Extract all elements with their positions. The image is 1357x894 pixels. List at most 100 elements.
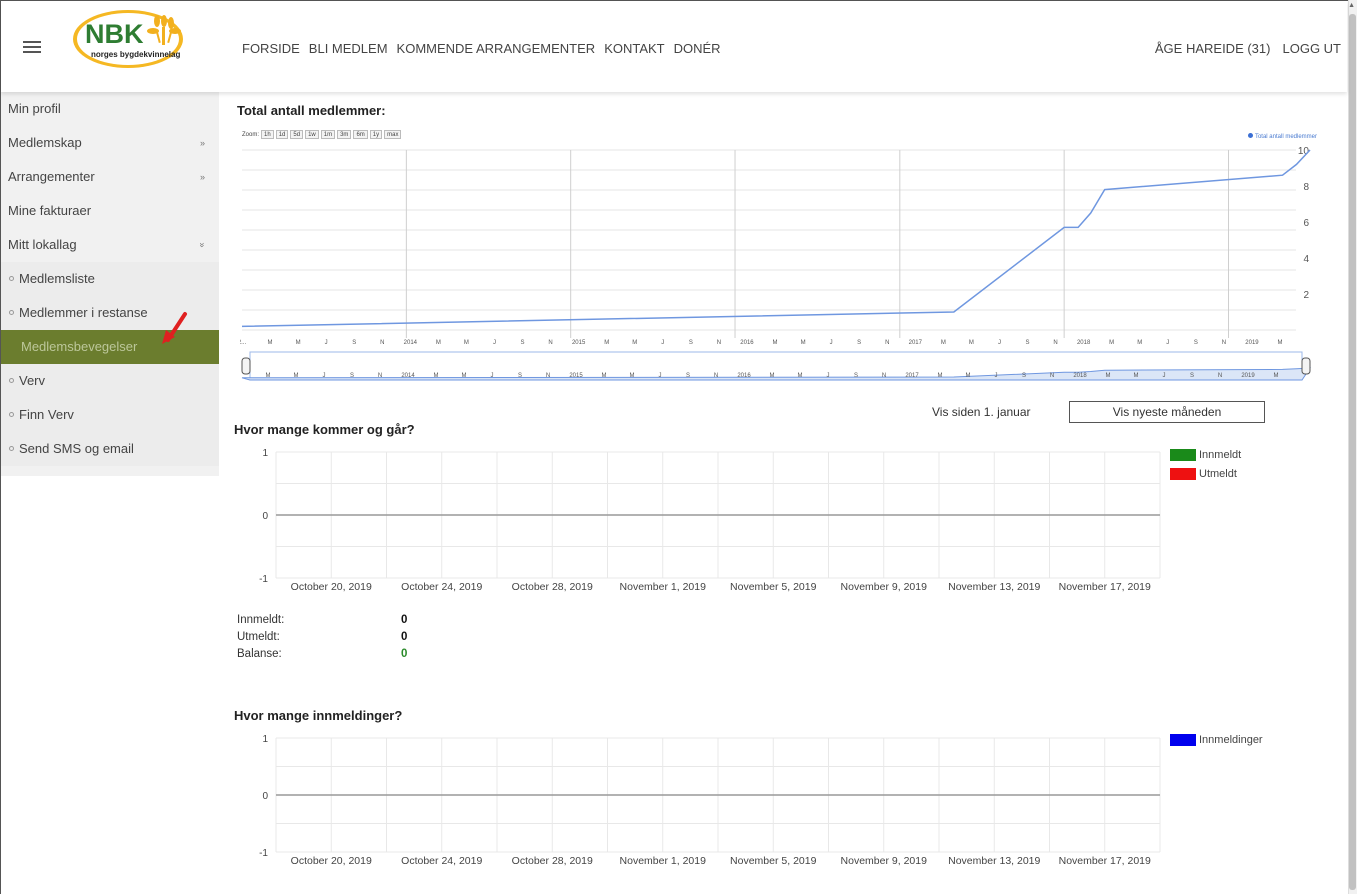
- zoom-controls: Zoom: 1h 1d 5d 1w 1m 3m 6m 1y max: [242, 130, 402, 139]
- zoom-5d-button[interactable]: 5d: [290, 130, 304, 139]
- navigator-tick-label: 2019: [1241, 373, 1255, 379]
- page-scrollbar[interactable]: ▲: [1348, 0, 1357, 894]
- zoom-1h-button[interactable]: 1h: [261, 130, 274, 139]
- utmeldt-label: Utmeldt:: [237, 631, 280, 643]
- navigator-tick-label: M: [434, 373, 439, 379]
- nav-kommende-arrangementer[interactable]: KOMMENDE ARRANGEMENTER: [397, 41, 596, 56]
- x-tick-label: N: [1222, 340, 1226, 346]
- navigator-tick-label: M: [266, 373, 271, 379]
- x-tick-label: S: [689, 340, 693, 346]
- x-tick-label: 2017: [909, 340, 923, 346]
- x-tick-label: 2016: [740, 340, 754, 346]
- sidebar-sub-label: Verv: [19, 373, 46, 388]
- y-tick-label: 0: [262, 511, 268, 522]
- x-tick-label: M: [632, 340, 637, 346]
- user-name-link[interactable]: ÅGE HAREIDE (31): [1155, 41, 1271, 56]
- x-tick-label: October 28, 2019: [512, 855, 593, 867]
- vis-siden-januar-link[interactable]: Vis siden 1. januar: [932, 405, 1031, 419]
- innmeldinger-chart[interactable]: 1 0 -1 October 20, 2019 October 24, 2019 Octo…: [240, 726, 1165, 894]
- x-tick-label: M: [268, 340, 273, 346]
- sidebar-item-mitt-lokallag[interactable]: Mitt lokallag »: [1, 228, 219, 262]
- legend-innmeldinger[interactable]: Innmeldinger: [1170, 734, 1263, 746]
- navigator-tick-label: S: [1022, 373, 1026, 379]
- navigator-tick-label: M: [602, 373, 607, 379]
- navigator-tick-label: 2015: [569, 373, 583, 379]
- legend-innmeldt[interactable]: Innmeldt: [1170, 449, 1241, 461]
- sidebar-sub-label: Medlemmer i restanse: [19, 305, 148, 320]
- sidebar-item-medlemskap[interactable]: Medlemskap »: [1, 126, 219, 160]
- nav-bli-medlem[interactable]: BLI MEDLEM: [309, 41, 388, 56]
- utmeldt-value: 0: [401, 631, 408, 643]
- navigator-right-handle[interactable]: [1301, 357, 1311, 375]
- innmeldinger-title: Hvor mange innmeldinger?: [234, 708, 403, 723]
- x-tick-label: M: [969, 340, 974, 346]
- sidebar-sub-label: Medlemsbevegelser: [21, 339, 138, 354]
- kommer-gar-chart[interactable]: 1 0 -1 October 20, 2019 October 24, 2019 Octo…: [240, 440, 1165, 620]
- user-nav: ÅGE HAREIDE (31) LOGG UT: [1155, 41, 1341, 56]
- bullet-icon: [9, 276, 14, 282]
- chevron-right-icon: »: [199, 138, 205, 148]
- x-tick-label: M: [1278, 340, 1283, 346]
- x-tick-label: M: [1109, 340, 1114, 346]
- x-tick-label: November 9, 2019: [841, 581, 928, 593]
- navigator-tick-label: S: [854, 373, 858, 379]
- navigator-tick-label: N: [714, 373, 718, 379]
- zoom-1y-button[interactable]: 1y: [369, 130, 383, 139]
- navigator-tick-label: S: [350, 373, 354, 379]
- navigator-tick-label: M: [294, 373, 299, 379]
- x-tick-label: M: [464, 340, 469, 346]
- sidebar-sub-label: Send SMS og email: [19, 441, 134, 456]
- navigator-tick-label: M: [938, 373, 943, 379]
- bullet-icon: [9, 446, 14, 452]
- legend-swatch: [1170, 734, 1196, 746]
- navigator-left-handle[interactable]: [241, 357, 251, 375]
- x-tick-label: October 24, 2019: [401, 581, 482, 593]
- sidebar-sub-send-sms[interactable]: Send SMS og email: [1, 432, 219, 466]
- zoom-1w-button[interactable]: 1w: [305, 130, 319, 139]
- y-tick-label: 2: [1303, 290, 1309, 301]
- x-tick-label: November 1, 2019: [620, 855, 707, 867]
- nav-doner[interactable]: DONÉR: [674, 41, 721, 56]
- y-tick-label: 8: [1303, 182, 1309, 193]
- vis-nyeste-maneden-button[interactable]: Vis nyeste måneden: [1069, 401, 1265, 423]
- sidebar-sub-label: Finn Verv: [19, 407, 74, 422]
- nav-forside[interactable]: FORSIDE: [242, 41, 300, 56]
- hamburger-menu-icon[interactable]: [23, 41, 41, 53]
- zoom-3m-button[interactable]: 3m: [337, 130, 352, 139]
- navigator-tick-label: S: [1190, 373, 1194, 379]
- sidebar-item-mine-fakturaer[interactable]: Mine fakturaer: [1, 194, 219, 228]
- navigator-tick-label: 2016: [737, 373, 751, 379]
- x-tick-label: November 17, 2019: [1059, 581, 1151, 593]
- legend-utmeldt[interactable]: Utmeldt: [1170, 468, 1237, 480]
- zoom-max-button[interactable]: max: [384, 130, 402, 139]
- x-tick-label: October 28, 2019: [512, 581, 593, 593]
- x-tick-label: November 9, 2019: [841, 855, 928, 867]
- navigator-tick-label: M: [1106, 373, 1111, 379]
- zoom-1d-button[interactable]: 1d: [275, 130, 289, 139]
- legend-dot-icon: [1247, 133, 1253, 138]
- nav-kontakt[interactable]: KONTAKT: [604, 41, 664, 56]
- total-members-chart[interactable]: 1086422...MMJSN2014MMJSN2015MMJSN2016MMJ…: [240, 140, 1316, 390]
- nbk-logo[interactable]: NBK norges bygdekvinnelag: [71, 7, 185, 69]
- sidebar-item-arrangementer[interactable]: Arrangementer »: [1, 160, 219, 194]
- navigator-tick-label: J: [827, 373, 830, 379]
- sidebar-sub-verv[interactable]: Verv: [1, 364, 219, 398]
- scrollbar-thumb[interactable]: [1349, 14, 1356, 890]
- x-tick-label: M: [296, 340, 301, 346]
- zoom-1m-button[interactable]: 1m: [320, 130, 336, 139]
- sidebar-sub-finn-verv[interactable]: Finn Verv: [1, 398, 219, 432]
- sidebar-item-min-profil[interactable]: Min profil: [1, 92, 219, 126]
- legend-label: Innmeldinger: [1199, 734, 1263, 746]
- y-tick-label: -1: [259, 848, 268, 859]
- innmeldt-value: 0: [401, 614, 408, 626]
- balanse-value: 0: [401, 648, 408, 660]
- sidebar-sub-medlemsliste[interactable]: Medlemsliste: [1, 262, 219, 296]
- navigator-tick-label: 2017: [905, 373, 919, 379]
- kommer-gar-title: Hvor mange kommer og går?: [234, 422, 415, 437]
- navigator-tick-label: M: [798, 373, 803, 379]
- navigator-tick-label: N: [1050, 373, 1054, 379]
- zoom-6m-button[interactable]: 6m: [353, 130, 368, 139]
- scroll-up-icon[interactable]: ▲: [1348, 2, 1355, 9]
- logout-link[interactable]: LOGG UT: [1282, 41, 1341, 56]
- total-legend[interactable]: Total antall medlemmer: [1247, 133, 1317, 140]
